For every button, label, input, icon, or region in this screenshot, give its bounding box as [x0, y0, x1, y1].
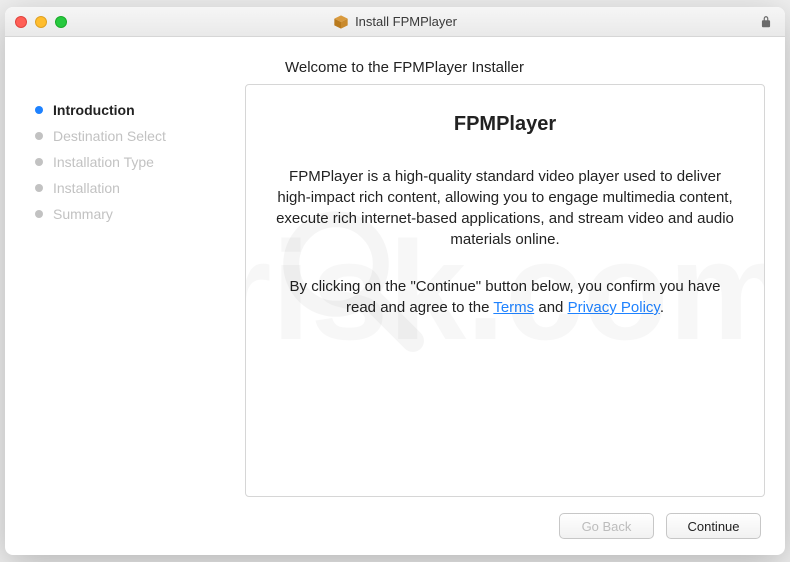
- lock-icon[interactable]: [759, 15, 773, 29]
- sidebar-item-installation: Installation: [35, 180, 225, 196]
- body2-mid: and: [534, 299, 567, 316]
- content-body-2: By clicking on the "Continue" button bel…: [274, 276, 736, 318]
- terms-link[interactable]: Terms: [493, 299, 534, 316]
- content-body-1: FPMPlayer is a high-quality standard vid…: [274, 166, 736, 250]
- step-label: Summary: [53, 206, 113, 222]
- sidebar-item-introduction: Introduction: [35, 102, 225, 118]
- step-label: Destination Select: [53, 128, 166, 144]
- subtitle: Welcome to the FPMPlayer Installer: [25, 37, 765, 84]
- step-dot-icon: [35, 210, 43, 218]
- close-button[interactable]: [15, 16, 27, 28]
- title-wrap: Install FPMPlayer: [15, 14, 775, 30]
- step-dot-icon: [35, 106, 43, 114]
- maximize-button[interactable]: [55, 16, 67, 28]
- content-title: FPMPlayer: [274, 113, 736, 136]
- step-dot-icon: [35, 132, 43, 140]
- body2-post: .: [660, 299, 664, 316]
- sidebar-item-summary: Summary: [35, 206, 225, 222]
- traffic-lights: [15, 16, 67, 28]
- installer-window: Install FPMPlayer Welcome to the FPMPlay…: [5, 7, 785, 555]
- go-back-button: Go Back: [559, 513, 654, 539]
- step-label: Installation Type: [53, 154, 154, 170]
- main-row: Introduction Destination Select Installa…: [25, 84, 765, 497]
- body: Welcome to the FPMPlayer Installer Intro…: [5, 37, 785, 555]
- privacy-policy-link[interactable]: Privacy Policy: [568, 299, 660, 316]
- step-label: Installation: [53, 180, 120, 196]
- minimize-button[interactable]: [35, 16, 47, 28]
- step-dot-icon: [35, 158, 43, 166]
- window-title: Install FPMPlayer: [355, 14, 457, 29]
- sidebar: Introduction Destination Select Installa…: [25, 84, 225, 497]
- sidebar-item-installation-type: Installation Type: [35, 154, 225, 170]
- continue-button[interactable]: Continue: [666, 513, 761, 539]
- package-icon: [333, 14, 349, 30]
- content-panel: risk.com FPMPlayer FPMPlayer is a high-q…: [245, 84, 765, 497]
- titlebar: Install FPMPlayer: [5, 7, 785, 37]
- footer: Go Back Continue: [25, 497, 765, 539]
- step-label: Introduction: [53, 102, 135, 118]
- step-dot-icon: [35, 184, 43, 192]
- sidebar-item-destination-select: Destination Select: [35, 128, 225, 144]
